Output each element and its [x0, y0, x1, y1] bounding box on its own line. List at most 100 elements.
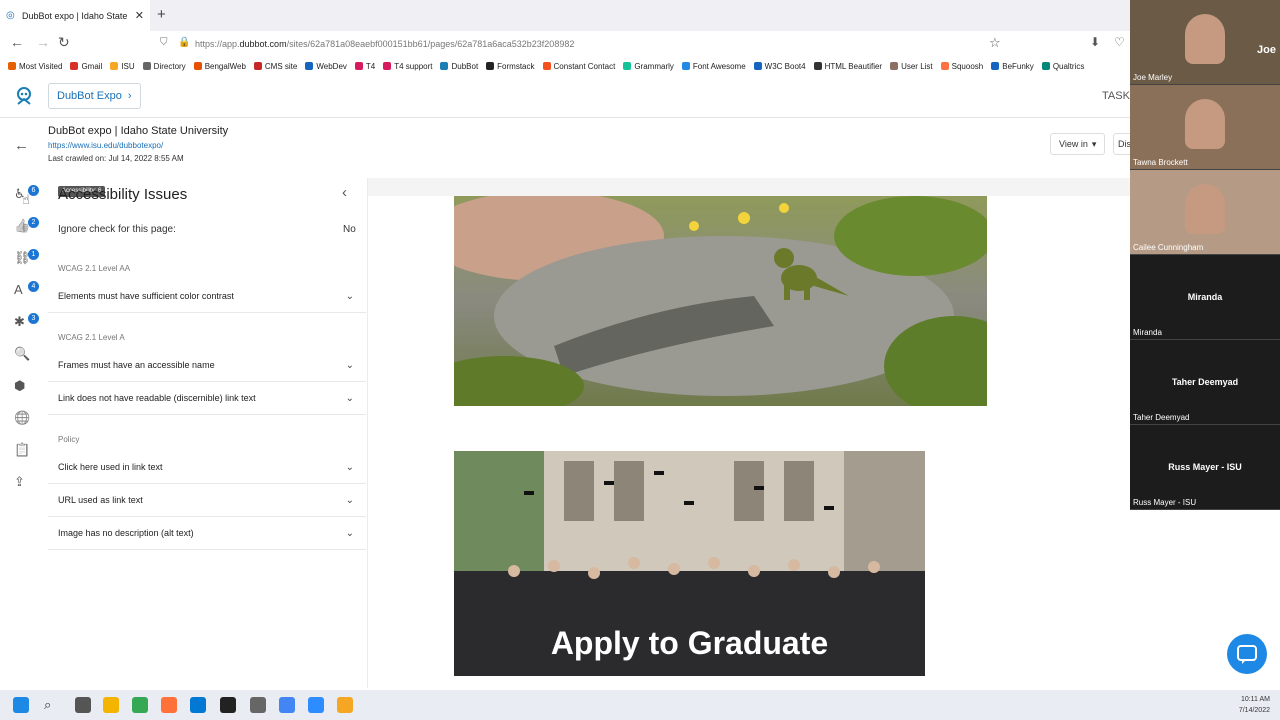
bookmark-item[interactable]: Qualtrics: [1041, 62, 1084, 71]
page-url-link[interactable]: https://www.isu.edu/dubbotexpo/: [48, 141, 163, 150]
shield-icon[interactable]: ⛉: [160, 37, 168, 48]
participant-tile[interactable]: Joe Joe Marley: [1130, 0, 1280, 85]
bookmark-item[interactable]: Formstack: [486, 62, 535, 71]
system-clock[interactable]: 10:11 AM 7/14/2022: [1239, 694, 1270, 716]
globe-icon[interactable]: 🌐: [14, 410, 40, 430]
bookmark-item[interactable]: Most Visited: [8, 62, 62, 71]
chrome-profile-icon[interactable]: [279, 697, 295, 713]
bookmark-item[interactable]: Constant Contact: [542, 62, 615, 71]
graduation-photo: Apply to Graduate: [454, 451, 925, 676]
chevron-down-icon[interactable]: ⌄: [346, 291, 354, 302]
issue-group-label: WCAG 2.1 Level AA: [58, 264, 131, 273]
cube-icon[interactable]: ⬢: [14, 378, 40, 398]
issue-row[interactable]: Click here used in link text ⌄: [48, 451, 366, 484]
spelling-icon[interactable]: A4: [14, 281, 40, 302]
participant-tile[interactable]: Taher Deemyad Taher Deemyad: [1130, 340, 1280, 425]
rail-badge: 3: [28, 313, 39, 324]
view-in-dropdown[interactable]: View in ▾: [1050, 133, 1106, 155]
issue-row[interactable]: Link does not have readable (discernible…: [48, 382, 366, 415]
bookmark-label: BengalWeb: [204, 61, 246, 71]
lock-icon[interactable]: 🔒: [178, 37, 190, 48]
clock-date: 7/14/2022: [1238, 707, 1270, 714]
chat-support-button[interactable]: [1227, 634, 1267, 674]
participant-tile[interactable]: Russ Mayer - ISU Russ Mayer - ISU: [1130, 425, 1280, 510]
chevron-down-icon[interactable]: ⌄: [346, 360, 354, 371]
search-doc-icon[interactable]: 🔍: [14, 346, 40, 366]
site-selector-button[interactable]: DubBot Expo ›: [48, 83, 141, 109]
url-bar[interactable]: https://app. dubbot.com /sites/62a781a08…: [195, 35, 1095, 53]
issue-row[interactable]: URL used as link text ⌄: [48, 484, 366, 517]
bookmark-favicon-icon: [753, 62, 762, 70]
participant-placeholder: Miranda: [1187, 292, 1223, 302]
bookmark-item[interactable]: Directory: [142, 61, 186, 71]
share-icon[interactable]: ⇪: [14, 474, 40, 494]
bookmark-item[interactable]: BeFunky: [991, 62, 1034, 71]
participant-tile[interactable]: Miranda Miranda: [1130, 255, 1280, 340]
browser-tab[interactable]: ◎ DubBot expo | Idaho State Univ ✕: [0, 0, 150, 31]
bookmark-item[interactable]: Font Awesome: [681, 62, 746, 71]
issue-row[interactable]: Image has no description (alt text) ⌄: [48, 517, 366, 550]
bookmark-item[interactable]: W3C Boot4: [753, 62, 806, 71]
participant-tile[interactable]: Cailee Cunningham: [1130, 170, 1280, 255]
participant-tile[interactable]: Tawna Brockett: [1130, 85, 1280, 170]
bookmark-item[interactable]: T4: [354, 62, 375, 71]
bookmark-item[interactable]: HTML Beautifier: [813, 62, 882, 71]
bookmark-item[interactable]: CMS site: [253, 62, 297, 71]
ignore-check-value[interactable]: No: [343, 224, 356, 235]
reload-icon[interactable]: ↻: [58, 34, 70, 51]
chrome-icon[interactable]: [132, 697, 148, 713]
search-icon[interactable]: ⌕: [44, 697, 60, 713]
issue-row[interactable]: Frames must have an accessible name ⌄: [48, 349, 366, 382]
chevron-down-icon[interactable]: ⌄: [346, 393, 354, 404]
chevron-down-icon[interactable]: ⌄: [346, 495, 354, 506]
windows-start-icon[interactable]: [13, 697, 29, 713]
clipboard-icon[interactable]: 📋: [14, 442, 40, 462]
firefox-icon[interactable]: [161, 697, 177, 713]
bookmark-item[interactable]: Squoosh: [940, 62, 983, 71]
bookmark-item[interactable]: BengalWeb: [193, 61, 246, 71]
bookmark-label: ISU: [121, 61, 135, 71]
chevron-down-icon[interactable]: ⌄: [346, 462, 354, 473]
notion-icon[interactable]: [220, 697, 236, 713]
rail-glyph: 🔍: [14, 346, 31, 361]
forward-icon[interactable]: →: [36, 34, 50, 50]
bookmark-label: Directory: [153, 61, 186, 71]
puzzle-icon[interactable]: ✱ 3: [14, 313, 40, 334]
chevron-down-icon[interactable]: ⌄: [346, 528, 354, 539]
link-icon[interactable]: ⛓ 1: [14, 249, 40, 270]
collapse-panel-icon[interactable]: ‹: [342, 184, 347, 201]
bookmark-item[interactable]: Grammarly: [623, 62, 674, 71]
vscode-icon[interactable]: [190, 697, 206, 713]
bookmark-label: Most Visited: [19, 61, 63, 71]
new-tab-button[interactable]: +: [157, 6, 166, 23]
app2-icon[interactable]: [337, 697, 353, 713]
zoom-icon[interactable]: [308, 697, 324, 713]
bookmark-item[interactable]: WebDev: [305, 62, 347, 71]
bookmark-label: WebDev: [316, 61, 347, 71]
file-explorer-icon[interactable]: [103, 697, 119, 713]
close-tab-icon[interactable]: ✕: [135, 9, 144, 22]
bookmark-favicon-icon: [681, 62, 690, 70]
bookmark-favicon-icon: [8, 62, 16, 70]
bookmark-item[interactable]: ISU: [110, 61, 135, 71]
back-icon[interactable]: ←: [10, 34, 24, 50]
rail-glyph: ⇪: [14, 474, 25, 489]
chevron-right-icon: ›: [127, 90, 132, 102]
issue-row[interactable]: Elements must have sufficient color cont…: [48, 280, 366, 313]
app-icon[interactable]: [250, 697, 266, 713]
save-icon[interactable]: ♡: [1114, 35, 1125, 49]
caret-down-icon: ▾: [1091, 138, 1097, 149]
pocket-icon[interactable]: ⬇: [1090, 35, 1100, 49]
task-view-icon[interactable]: [75, 697, 91, 713]
dubbot-logo-icon[interactable]: [14, 86, 34, 106]
back-arrow-icon[interactable]: ←: [14, 137, 29, 154]
clock-time: 10:11 AM: [1240, 696, 1270, 703]
bookmark-item[interactable]: T4 support: [383, 62, 432, 71]
thumbs-up-icon[interactable]: 👍 2: [14, 217, 40, 238]
bookmark-star-icon[interactable]: ☆: [989, 35, 1001, 51]
bookmark-item[interactable]: Gmail: [70, 62, 102, 71]
dinosaur-photo: [454, 196, 987, 406]
bookmark-item[interactable]: DubBot: [440, 62, 478, 71]
bookmark-item[interactable]: User List: [890, 62, 933, 71]
issue-label: Image has no description (alt text): [58, 528, 194, 538]
